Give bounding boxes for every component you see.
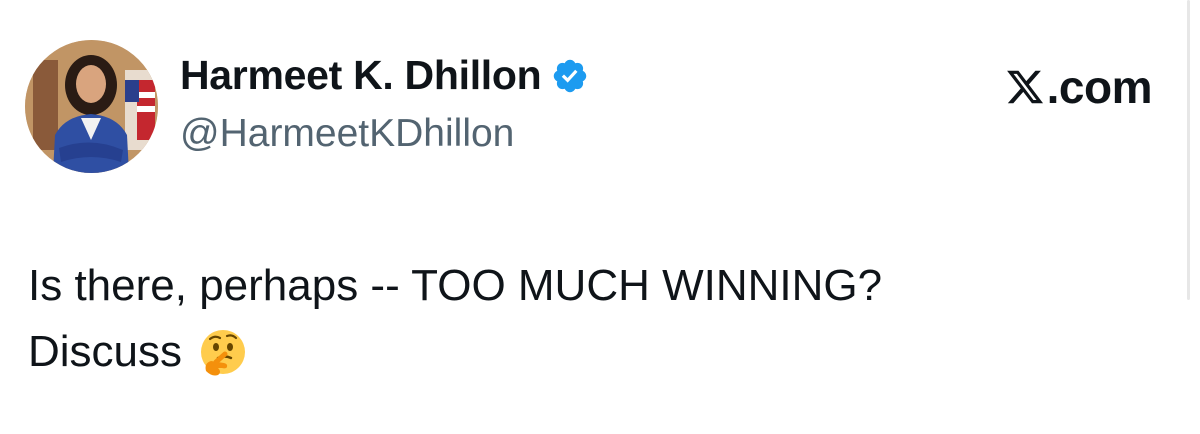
brand-logo: .com: [1005, 60, 1153, 114]
author-name-row[interactable]: Harmeet K. Dhillon: [180, 52, 589, 99]
x-logo-icon: [1005, 67, 1045, 107]
avatar[interactable]: [25, 40, 158, 173]
tweet-line-1: Is there, perhaps -- TOO MUCH WINNING?: [28, 253, 882, 319]
tweet-line-1-text: Is there, perhaps -- TOO MUCH WINNING?: [28, 261, 883, 310]
scroll-indicator[interactable]: [1187, 0, 1190, 300]
tweet-line-2-text: Discuss: [28, 327, 183, 376]
verified-badge-icon: [551, 57, 589, 95]
tweet-text: Is there, perhaps -- TOO MUCH WINNING? D…: [28, 253, 882, 385]
tweet-card: Harmeet K. Dhillon @HarmeetKDhillon .com…: [0, 0, 1200, 434]
brand-domain: .com: [1046, 61, 1153, 113]
display-name[interactable]: Harmeet K. Dhillon: [180, 52, 542, 99]
author-handle[interactable]: @HarmeetKDhillon: [180, 112, 514, 156]
avatar-photo: [25, 40, 158, 173]
tweet-line-2: Discuss: [28, 319, 882, 385]
thinking-face-emoji-icon: [198, 327, 248, 377]
